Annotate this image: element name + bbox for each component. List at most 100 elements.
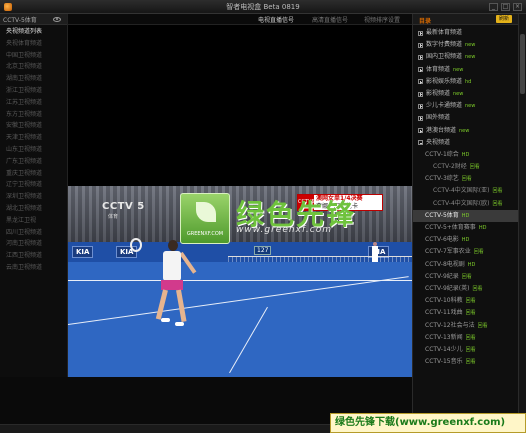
tab-hd-live[interactable]: 高清直播信号	[312, 15, 348, 24]
channel-item[interactable]: 浙江卫视频道	[0, 85, 67, 97]
channel-tag: 回看	[461, 176, 472, 183]
category-label: CCTV-7军事农业	[425, 248, 471, 256]
channel-item[interactable]: 四川卫视频道	[0, 227, 67, 239]
left-panel-header: CCTV-5体育	[0, 14, 67, 25]
expand-icon[interactable]	[418, 30, 423, 36]
category-label: CCTV-14少儿	[425, 345, 463, 353]
channel-item[interactable]: 河南卫视频道	[0, 238, 67, 250]
category-item[interactable]: CCTV-13新闻 回看	[413, 332, 518, 344]
category-item[interactable]: CCTV-14少儿 回看	[413, 344, 518, 356]
channel-item[interactable]: 北京卫视频道	[0, 61, 67, 73]
tab-sort-settings[interactable]: 视频排序设置	[364, 15, 400, 24]
scroll-thumb[interactable]	[520, 34, 525, 94]
channel-item[interactable]: 中国卫视频道	[0, 50, 67, 62]
channel-tag: HD	[461, 237, 470, 244]
channel-item[interactable]: 江西卫视频道	[0, 250, 67, 262]
category-item[interactable]: 影视频道 new	[413, 88, 518, 100]
speed-board: 127	[254, 246, 272, 255]
category-item[interactable]: 数字付费频道 new	[413, 39, 518, 51]
channel-item[interactable]: 湖南卫视频道	[0, 73, 67, 85]
category-item[interactable]: 央视频道	[413, 137, 518, 149]
expand-icon[interactable]	[418, 42, 423, 48]
expand-icon[interactable]	[418, 79, 423, 85]
scrollbar[interactable]	[518, 14, 526, 424]
category-label: CCTV-12社会与法	[425, 321, 475, 329]
category-label: CCTV-8电视剧	[425, 260, 465, 268]
category-item[interactable]: CCTV-12社会与法 回看	[413, 320, 518, 332]
channel-item[interactable]: 云南卫视频道	[0, 262, 67, 274]
category-item[interactable]: CCTV-5体育 HD	[413, 209, 518, 222]
channel-item[interactable]: 重庆卫视频道	[0, 168, 67, 180]
category-item[interactable]: CCTV-10科教 回看	[413, 295, 518, 307]
channel-tag: new	[465, 42, 476, 49]
expand-icon[interactable]	[418, 103, 423, 109]
expand-icon[interactable]	[418, 128, 423, 134]
tennis-player	[154, 240, 197, 336]
category-item[interactable]: CCTV-6电影 HD	[413, 234, 518, 246]
category-label: CCTV-5+体育赛事	[425, 224, 476, 231]
category-label: 数字付费频道	[426, 41, 463, 49]
eye-icon[interactable]	[53, 16, 61, 22]
category-item[interactable]: CCTV-8电视剧 HD	[413, 259, 518, 271]
channel-item[interactable]: 湖北卫视频道	[0, 203, 67, 215]
category-label: CCTV-4中文国际(欧)	[433, 199, 490, 207]
service-line	[68, 276, 409, 325]
category-item[interactable]: 国内卫视频道 new	[413, 51, 518, 63]
channel-item[interactable]: 东方卫视频道	[0, 109, 67, 121]
channel-item[interactable]: 央视体育频道	[0, 38, 67, 50]
category-label: CCTV-15音乐	[425, 358, 463, 366]
category-item[interactable]: 最新体育频道	[413, 27, 518, 39]
category-label: 港澳台频道	[426, 126, 457, 134]
category-item[interactable]: 少儿卡通频道 new	[413, 100, 518, 112]
category-label: 少儿卡通频道	[426, 102, 463, 110]
channel-tag: new	[459, 127, 470, 134]
channel-item[interactable]: 黑龙江卫视	[0, 215, 67, 227]
channel-item[interactable]: 山东卫视频道	[0, 144, 67, 156]
expand-icon[interactable]	[418, 115, 423, 121]
expand-icon[interactable]	[418, 91, 423, 97]
category-item[interactable]: CCTV-4中文国际(欧) 回看	[413, 198, 518, 210]
category-item[interactable]: 体育频道 new	[413, 64, 518, 76]
channel-tag: new	[465, 54, 476, 61]
tab-tv-live[interactable]: 电视直播信号	[258, 15, 294, 24]
category-label: CCTV-5体育	[425, 211, 459, 219]
category-label: 最新体育频道	[426, 29, 463, 36]
category-item[interactable]: 国外频道	[413, 112, 518, 124]
category-label: CCTV-9纪录	[425, 272, 459, 280]
channel-item[interactable]: 央视频道列表	[0, 26, 67, 38]
channel-item[interactable]: 深圳卫视频道	[0, 191, 67, 203]
category-item[interactable]: CCTV-1综合 HD	[413, 149, 518, 161]
expand-icon[interactable]	[418, 54, 423, 60]
sponsor-logo: KIA	[72, 246, 94, 258]
category-item[interactable]: CCTV-3综艺 回看	[413, 173, 518, 185]
close-button[interactable]: ×	[513, 3, 522, 11]
channel-item[interactable]: 江苏卫视频道	[0, 97, 67, 109]
collapse-icon[interactable]	[418, 140, 423, 146]
category-item[interactable]: CCTV-5+体育赛事 HD	[413, 222, 518, 234]
minimize-button[interactable]: _	[489, 3, 498, 11]
category-item[interactable]: CCTV-2财经 回看	[413, 161, 518, 173]
expand-icon[interactable]	[418, 67, 423, 73]
channel-item[interactable]: 辽宁卫视频道	[0, 179, 67, 191]
refresh-button[interactable]: 刷新	[495, 15, 512, 23]
video-player[interactable]: KIA KIA KIA 127 CCTV 5 体育 CCTV5 澳网女单1/4决…	[68, 25, 412, 378]
channel-tag: 回看	[492, 200, 503, 207]
category-item[interactable]: CCTV-7军事农业 回看	[413, 246, 518, 258]
channel-tag: HD	[478, 225, 487, 231]
channel-item[interactable]: 安徽卫视频道	[0, 120, 67, 132]
category-label: CCTV-4中文国际(亚)	[433, 187, 490, 195]
category-item[interactable]: CCTV-15音乐 回看	[413, 356, 518, 368]
watermark-logo: GREENXF.COM	[180, 193, 230, 244]
category-item[interactable]: CCTV-9纪录(英) 回看	[413, 283, 518, 295]
category-item[interactable]: CCTV-9纪录 回看	[413, 271, 518, 283]
category-label: CCTV-3综艺	[425, 175, 459, 183]
channel-item[interactable]: 天津卫视频道	[0, 132, 67, 144]
category-item[interactable]: CCTV-4中文国际(亚) 回看	[413, 185, 518, 197]
category-item[interactable]: CCTV-11戏曲 回看	[413, 307, 518, 319]
category-label: CCTV-13新闻	[425, 333, 463, 341]
category-item[interactable]: 港澳台频道 new	[413, 125, 518, 137]
category-item[interactable]: 影视娱乐频道 hd	[413, 76, 518, 88]
maximize-button[interactable]: □	[501, 3, 510, 11]
channel-item[interactable]: 广东卫视频道	[0, 156, 67, 168]
channel-tag: 回看	[465, 298, 476, 305]
